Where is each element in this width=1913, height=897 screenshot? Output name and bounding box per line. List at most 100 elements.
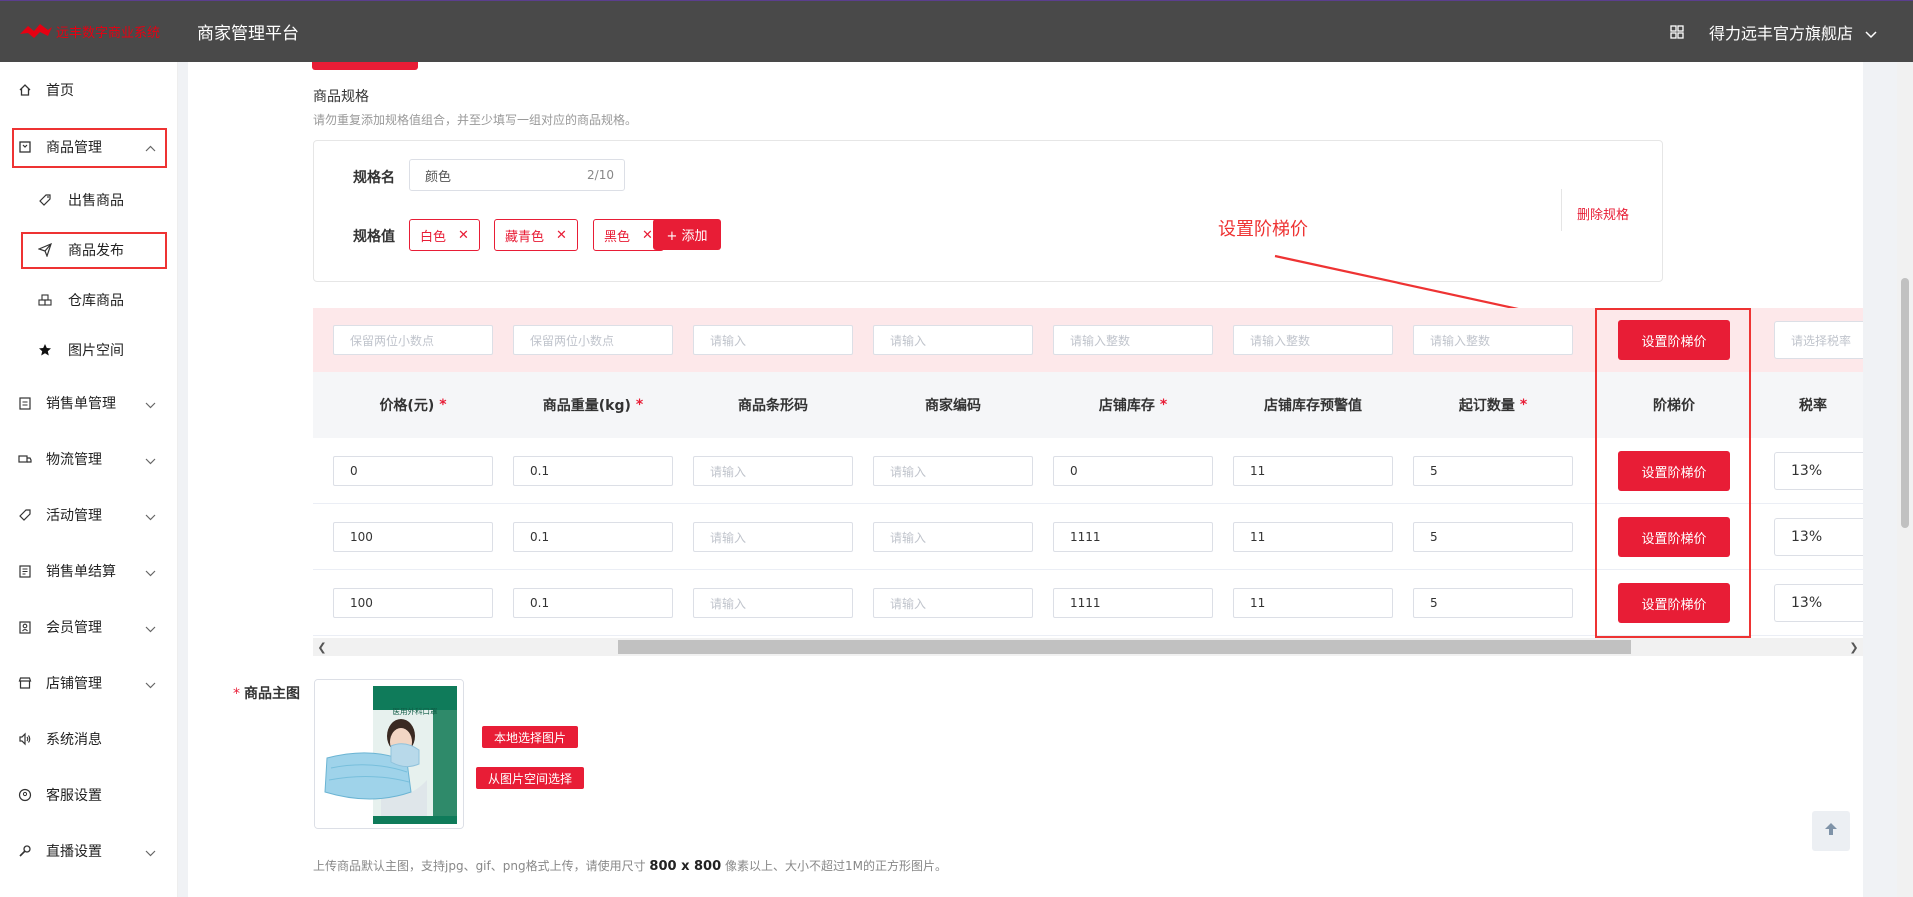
column-header-label: 税率	[1799, 398, 1827, 414]
tax-select[interactable]: 13%	[1774, 452, 1863, 490]
truck-icon	[18, 452, 32, 466]
sidebar-item-activity[interactable]: 活动管理	[0, 495, 178, 535]
sidebar-item-label: 销售单管理	[46, 396, 116, 412]
column-header-label: 商品条形码	[738, 398, 808, 414]
chevron-down-icon	[145, 677, 156, 689]
merchant-code-input[interactable]: 请输入	[873, 588, 1033, 618]
arrow-up-icon	[1823, 821, 1839, 841]
sidebar-item-label: 活动管理	[46, 508, 102, 524]
batch-price-input[interactable]: 保留两位小数点	[333, 325, 493, 355]
barcode-input[interactable]: 请输入	[693, 456, 853, 486]
platform-title: 商家管理平台	[197, 24, 299, 44]
sidebar-item-label: 仓库商品	[68, 293, 124, 309]
scrollbar-thumb[interactable]	[1901, 278, 1909, 528]
column-header-barcode: 商品条形码	[683, 372, 863, 438]
sidebar: 首页 商品管理 出售商品 商品发布 仓库商品 图片空间 销售单管理 物流管理 活…	[0, 62, 178, 897]
min-order-input[interactable]: 5	[1413, 522, 1573, 552]
local-image-button[interactable]: 本地选择图片	[482, 726, 578, 748]
weight-input[interactable]: 0.1	[513, 456, 673, 486]
chevron-down-icon[interactable]	[1865, 28, 1877, 39]
barcode-input[interactable]: 请输入	[693, 522, 853, 552]
scrollbar-thumb[interactable]	[618, 640, 1631, 654]
sidebar-item-label: 出售商品	[68, 193, 124, 209]
top-header: 远丰数字商业系统 商家管理平台 得力远丰官方旗舰店	[0, 0, 1913, 62]
weight-input[interactable]: 0.1	[513, 588, 673, 618]
weight-input[interactable]: 0.1	[513, 522, 673, 552]
column-header-merchant-code: 商家编码	[863, 372, 1043, 438]
stock-input[interactable]: 0	[1053, 456, 1213, 486]
tax-select[interactable]: 13%	[1774, 584, 1863, 622]
annotation-box-publish	[21, 232, 167, 269]
required-mark: *	[1519, 397, 1528, 413]
back-to-top-button[interactable]	[1812, 811, 1850, 851]
price-input[interactable]: 100	[333, 522, 493, 552]
required-mark: *	[233, 686, 240, 702]
annotation-box-goods-management	[12, 128, 167, 168]
order-icon	[18, 396, 32, 410]
logo[interactable]: 远丰数字商业系统	[0, 22, 185, 42]
upload-hint-size: 800 x 800	[649, 859, 722, 874]
stock-input[interactable]: 1111	[1053, 588, 1213, 618]
sidebar-item-sales-orders[interactable]: 销售单管理	[0, 383, 178, 423]
chevron-left-icon[interactable]: ❮	[315, 640, 329, 654]
package-text: 医用外科口罩	[393, 706, 438, 716]
page-vertical-scrollbar[interactable]	[1897, 62, 1913, 897]
chevron-right-icon[interactable]: ❯	[1847, 640, 1861, 654]
main-image-label-text: 商品主图	[244, 686, 300, 702]
stock-warning-input[interactable]: 11	[1233, 522, 1393, 552]
sidebar-item-home[interactable]: 首页	[0, 70, 178, 110]
merchant-code-input[interactable]: 请输入	[873, 522, 1033, 552]
sidebar-item-customer-service[interactable]: 客服设置	[0, 775, 178, 815]
merchant-code-input[interactable]: 请输入	[873, 456, 1033, 486]
stock-warning-input[interactable]: 11	[1233, 588, 1393, 618]
main-image-preview[interactable]: 医用外科口罩	[314, 679, 464, 829]
sidebar-item-label: 图片空间	[68, 343, 124, 359]
batch-stock-input[interactable]: 请输入整数	[1053, 325, 1213, 355]
sidebar-item-store[interactable]: 店铺管理	[0, 663, 178, 703]
sidebar-item-live[interactable]: 直播设置	[0, 831, 178, 871]
column-header-label: 商家编码	[925, 398, 981, 414]
sidebar-item-warehouse[interactable]: 仓库商品	[0, 280, 178, 320]
service-icon	[18, 788, 32, 802]
image-space-button[interactable]: 从图片空间选择	[476, 767, 584, 789]
batch-merchant-code-input[interactable]: 请输入	[873, 325, 1033, 355]
sidebar-item-logistics[interactable]: 物流管理	[0, 439, 178, 479]
sidebar-item-on-sale[interactable]: 出售商品	[0, 180, 178, 220]
home-icon	[18, 83, 32, 97]
chevron-down-icon	[145, 845, 156, 857]
min-order-input[interactable]: 5	[1413, 456, 1573, 486]
sidebar-item-label: 系统消息	[46, 732, 102, 748]
store-name[interactable]: 得力远丰官方旗舰店	[1709, 20, 1853, 44]
logo-mark-icon	[18, 22, 54, 42]
tag-icon	[38, 193, 52, 207]
required-mark: *	[1159, 397, 1168, 413]
upload-hint: 上传商品默认主图，支持jpg、gif、png格式上传，请使用尺寸 800 x 8…	[313, 857, 947, 874]
sidebar-item-system-messages[interactable]: 系统消息	[0, 719, 178, 759]
batch-barcode-input[interactable]: 请输入	[693, 325, 853, 355]
star-icon	[38, 343, 52, 357]
warehouse-icon	[38, 293, 52, 307]
sidebar-item-label: 店铺管理	[46, 676, 102, 692]
sidebar-item-image-space[interactable]: 图片空间	[0, 330, 178, 370]
batch-weight-input[interactable]: 保留两位小数点	[513, 325, 673, 355]
sidebar-item-settlement[interactable]: 销售单结算	[0, 551, 178, 591]
tax-select[interactable]: 13%	[1774, 518, 1863, 556]
table-horizontal-scrollbar[interactable]: ❮ ❯	[313, 638, 1863, 656]
mask-product-image: 医用外科口罩	[315, 680, 463, 828]
batch-tax-select[interactable]: 请选择税率	[1774, 321, 1863, 359]
min-order-input[interactable]: 5	[1413, 588, 1573, 618]
settlement-icon	[18, 564, 32, 578]
main-content: 商品规格 请勿重复添加规格值组合，并至少填写一组对应的商品规格。 规格名 颜色 …	[188, 62, 1863, 897]
sidebar-item-label: 客服设置	[46, 788, 102, 804]
price-input[interactable]: 0	[333, 456, 493, 486]
stock-warning-input[interactable]: 11	[1233, 456, 1393, 486]
sidebar-item-members[interactable]: 会员管理	[0, 607, 178, 647]
qrcode-icon[interactable]	[1669, 24, 1685, 40]
price-input[interactable]: 100	[333, 588, 493, 618]
batch-min-order-input[interactable]: 请输入整数	[1413, 325, 1573, 355]
barcode-input[interactable]: 请输入	[693, 588, 853, 618]
chevron-down-icon	[145, 397, 156, 409]
batch-stock-warning-input[interactable]: 请输入整数	[1233, 325, 1393, 355]
column-header-min-order: 起订数量 *	[1403, 372, 1583, 438]
stock-input[interactable]: 1111	[1053, 522, 1213, 552]
